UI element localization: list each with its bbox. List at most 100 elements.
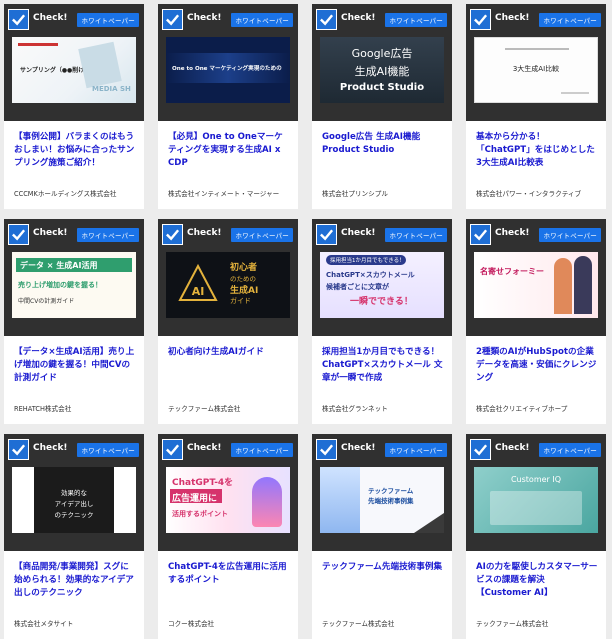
card-header: Check! ホワイトペーパー Customer IQ bbox=[466, 434, 606, 551]
company-name: 株式会社パワー・インタラクティブ bbox=[476, 190, 582, 198]
card-thumbnail[interactable]: ChatGPT-4を 広告運用に 活用するポイント bbox=[166, 467, 290, 533]
check-label: Check! bbox=[495, 443, 530, 453]
card-header: Check! ホワイトペーパー AI 初心者 のための 生成AI ガイド bbox=[158, 219, 298, 336]
whitepaper-card[interactable]: Check! ホワイトペーパー AI 初心者 のための 生成AI ガイド 初心者… bbox=[158, 219, 298, 424]
whitepaper-badge: ホワイトペーパー bbox=[385, 228, 447, 242]
whitepaper-badge: ホワイトペーパー bbox=[385, 13, 447, 27]
check-label: Check! bbox=[495, 13, 530, 23]
whitepaper-card[interactable]: Check! ホワイトペーパー データ × 生成AI活用 売り上げ増加の鍵を握る… bbox=[4, 219, 144, 424]
whitepaper-card[interactable]: Check! ホワイトペーパー テックファーム 先端技術事例集 テックファーム先… bbox=[312, 434, 452, 639]
card-title[interactable]: テックファーム先端技術事例集 bbox=[312, 551, 452, 616]
check-icon[interactable] bbox=[162, 9, 183, 30]
check-icon[interactable] bbox=[8, 9, 29, 30]
check-label: Check! bbox=[187, 13, 222, 23]
company-name: 株式会社プリンシプル bbox=[322, 190, 388, 198]
company-name: 株式会社インティメート・マージャー bbox=[168, 190, 280, 198]
card-thumbnail[interactable]: サンプリング（●●削ける） MEDIA SH bbox=[12, 37, 136, 103]
whitepaper-card[interactable]: Check! ホワイトペーパー Customer IQ AIの力を駆使しカスタマ… bbox=[466, 434, 606, 639]
card-thumbnail[interactable]: Google広告 生成AI機能 Product Studio bbox=[320, 37, 444, 103]
check-icon[interactable] bbox=[8, 224, 29, 245]
check-icon[interactable] bbox=[8, 439, 29, 460]
company-name: 株式会社メタサイト bbox=[14, 620, 74, 628]
card-thumbnail[interactable]: One to One マーケティング実現のための bbox=[166, 37, 290, 103]
company-name: CCCMKホールディングス株式会社 bbox=[14, 190, 117, 198]
thumb-text: ガイド bbox=[230, 297, 251, 305]
check-icon[interactable] bbox=[316, 439, 337, 460]
check-icon[interactable] bbox=[470, 439, 491, 460]
card-title[interactable]: 基本から分かる！「ChatGPT」をはじめとした3大生成AI比較表 bbox=[466, 121, 606, 186]
card-header: Check! ホワイトペーパー ChatGPT-4を 広告運用に 活用するポイン… bbox=[158, 434, 298, 551]
thumb-text: データ × 生成AI活用 bbox=[20, 261, 98, 270]
thumb-text: ChatGPT-4を bbox=[172, 478, 234, 488]
card-title[interactable]: 2種類のAIがHubSpotの企業データを高速・安価にクレンジング bbox=[466, 336, 606, 401]
card-thumbnail[interactable]: テックファーム 先端技術事例集 bbox=[320, 467, 444, 533]
check-icon[interactable] bbox=[316, 224, 337, 245]
whitepaper-card[interactable]: Check! ホワイトペーパー 3大生成AI比較 基本から分かる！「ChatGP… bbox=[466, 4, 606, 209]
whitepaper-badge: ホワイトペーパー bbox=[539, 13, 601, 27]
thumb-text: 採用担当1か月目でもできる！ bbox=[330, 258, 405, 264]
whitepaper-card[interactable]: Check! ホワイトペーパー ChatGPT-4を 広告運用に 活用するポイン… bbox=[158, 434, 298, 639]
thumb-text: One to One マーケティング実現のための bbox=[172, 66, 282, 72]
check-label: Check! bbox=[341, 443, 376, 453]
card-header: Check! ホワイトペーパー サンプリング（●●削ける） MEDIA SH bbox=[4, 4, 144, 121]
thumb-text: のテクニック bbox=[54, 511, 94, 519]
check-label: Check! bbox=[495, 228, 530, 238]
check-icon[interactable] bbox=[470, 9, 491, 30]
card-header: Check! ホワイトペーパー Google広告 生成AI機能 Product … bbox=[312, 4, 452, 121]
whitepaper-card[interactable]: Check! ホワイトペーパー Google広告 生成AI機能 Product … bbox=[312, 4, 452, 209]
whitepaper-badge: ホワイトペーパー bbox=[231, 13, 293, 27]
check-icon[interactable] bbox=[316, 9, 337, 30]
thumb-text: テックファーム bbox=[368, 487, 414, 495]
whitepaper-badge: ホワイトペーパー bbox=[77, 228, 139, 242]
thumb-text: 一瞬でできる！ bbox=[350, 297, 413, 307]
card-title[interactable]: ChatGPT-4を広告運用に活用するポイント bbox=[158, 551, 298, 616]
check-icon[interactable] bbox=[162, 439, 183, 460]
card-title[interactable]: 【事例公開】バラまくのはもうおしまい！お悩みに合ったサンプリング施策ご紹介！ bbox=[4, 121, 144, 186]
whitepaper-card[interactable]: Check! ホワイトペーパー サンプリング（●●削ける） MEDIA SH 【… bbox=[4, 4, 144, 209]
svg-text:AI: AI bbox=[192, 285, 205, 298]
check-icon[interactable] bbox=[162, 224, 183, 245]
thumb-text: アイデア出し bbox=[54, 500, 94, 508]
card-thumbnail[interactable]: AI 初心者 のための 生成AI ガイド bbox=[166, 252, 290, 318]
check-label: Check! bbox=[33, 443, 68, 453]
whitepaper-badge: ホワイトペーパー bbox=[231, 443, 293, 457]
card-title[interactable]: 【データ×生成AI活用】売り上げ増加の鍵を握る！中間CVの計測ガイド bbox=[4, 336, 144, 401]
card-title[interactable]: AIの力を駆使しカスタマーサービスの課題を解決【Customer AI】 bbox=[466, 551, 606, 616]
whitepaper-badge: ホワイトペーパー bbox=[77, 443, 139, 457]
card-title[interactable]: 【商品開発/事業開発】スグに始められる！効果的なアイデア出しのテクニック bbox=[4, 551, 144, 616]
check-icon[interactable] bbox=[470, 224, 491, 245]
thumb-text: 名寄せフォーミー bbox=[480, 267, 544, 276]
card-thumbnail[interactable]: 3大生成AI比較 bbox=[474, 37, 598, 103]
check-label: Check! bbox=[341, 13, 376, 23]
card-thumbnail[interactable]: 名寄せフォーミー bbox=[474, 252, 598, 318]
card-title[interactable]: 採用担当1か月目でもできる！ChatGPT×スカウトメール 文章が一瞬で作成 bbox=[312, 336, 452, 401]
thumb-text: Customer IQ bbox=[510, 475, 562, 484]
card-header: Check! ホワイトペーパー 名寄せフォーミー bbox=[466, 219, 606, 336]
card-thumbnail[interactable]: 採用担当1か月目でもできる！ ChatGPT×スカウトメール 候補者ごとに文章が… bbox=[320, 252, 444, 318]
card-title[interactable]: Google広告 生成AI機能 Product Studio bbox=[312, 121, 452, 186]
card-thumbnail[interactable]: 効果的な アイデア出し のテクニック bbox=[12, 467, 136, 533]
check-label: Check! bbox=[187, 443, 222, 453]
thumb-text: Google広告 bbox=[351, 47, 413, 60]
whitepaper-badge: ホワイトペーパー bbox=[231, 228, 293, 242]
thumb-text: のための bbox=[230, 275, 256, 283]
whitepaper-grid: Check! ホワイトペーパー サンプリング（●●削ける） MEDIA SH 【… bbox=[0, 0, 612, 639]
card-header: Check! ホワイトペーパー テックファーム 先端技術事例集 bbox=[312, 434, 452, 551]
company-name: 株式会社クリエイティブホープ bbox=[476, 405, 568, 413]
thumb-text: Product Studio bbox=[339, 82, 425, 93]
card-thumbnail[interactable]: データ × 生成AI活用 売り上げ増加の鍵を握る！ 中間CVの計測ガイド bbox=[12, 252, 136, 318]
thumb-text: 候補者ごとに文章が bbox=[326, 283, 389, 291]
whitepaper-badge: ホワイトペーパー bbox=[539, 228, 601, 242]
card-header: Check! ホワイトペーパー One to One マーケティング実現のための bbox=[158, 4, 298, 121]
whitepaper-card[interactable]: Check! ホワイトペーパー 名寄せフォーミー 2種類のAIがHubSpotの… bbox=[466, 219, 606, 424]
card-header: Check! ホワイトペーパー データ × 生成AI活用 売り上げ増加の鍵を握る… bbox=[4, 219, 144, 336]
check-label: Check! bbox=[187, 228, 222, 238]
whitepaper-card[interactable]: Check! ホワイトペーパー 採用担当1か月目でもできる！ ChatGPT×ス… bbox=[312, 219, 452, 424]
thumb-text: 3大生成AI比較 bbox=[512, 65, 560, 73]
card-thumbnail[interactable]: Customer IQ bbox=[474, 467, 598, 533]
whitepaper-card[interactable]: Check! ホワイトペーパー 効果的な アイデア出し のテクニック 【商品開発… bbox=[4, 434, 144, 639]
card-title[interactable]: 初心者向け生成AIガイド bbox=[158, 336, 298, 401]
whitepaper-card[interactable]: Check! ホワイトペーパー One to One マーケティング実現のための… bbox=[158, 4, 298, 209]
card-title[interactable]: 【必見】One to Oneマーケティングを実現する生成AI x CDP bbox=[158, 121, 298, 186]
thumb-text: 先端技術事例集 bbox=[368, 497, 414, 505]
